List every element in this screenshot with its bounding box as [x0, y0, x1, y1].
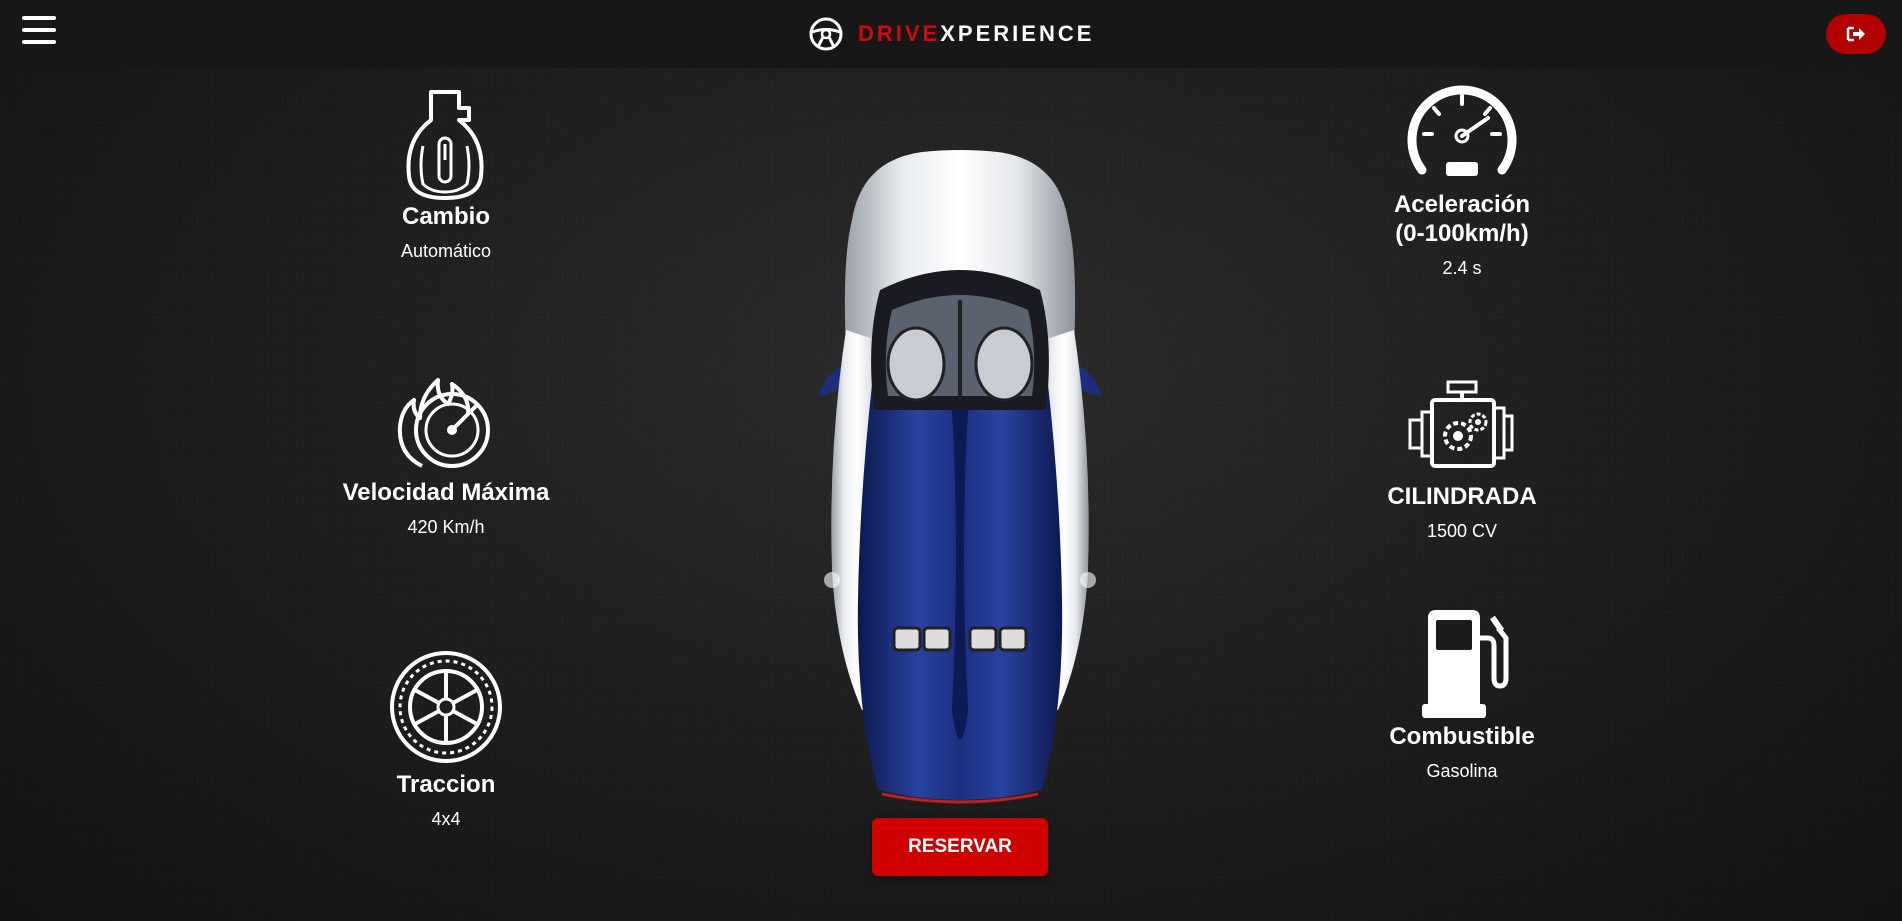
spec-combustible: Combustible Gasolina [1332, 608, 1592, 782]
spec-aceleracion-title-line2: (0-100km/h) [1395, 220, 1529, 247]
spec-cilindrada-value: 1500 CV [1426, 521, 1498, 541]
sign-out-icon [1846, 26, 1865, 42]
spec-combustible-title: Combustible [1389, 723, 1535, 750]
brand-name: DRIVEXPERIENCE [858, 21, 1094, 47]
brand-logo[interactable]: DRIVEXPERIENCE [808, 16, 1094, 52]
fuel-pump-icon [1422, 610, 1509, 718]
gear-shifter-icon [406, 90, 484, 200]
steering-wheel-icon [809, 17, 843, 51]
spec-velocidad-title: Velocidad Máxima [342, 479, 550, 506]
spec-aceleracion-value: 2.4 s [1442, 258, 1482, 278]
spec-cilindrada: CILINDRADA 1500 CV [1332, 378, 1592, 542]
car-top-view-image [818, 150, 1102, 804]
spec-traccion-value: 4x4 [431, 809, 461, 829]
hamburger-menu-icon[interactable] [22, 16, 56, 50]
brand-name-part1: DRIVE [858, 21, 941, 46]
brand-name-part2: XPERIENCE [940, 21, 1095, 46]
logout-button[interactable] [1826, 14, 1886, 54]
reserve-button[interactable]: RESERVAR [872, 818, 1048, 876]
flaming-speedometer-icon [397, 378, 490, 468]
spec-cambio-title: Cambio [401, 203, 490, 230]
speedometer-icon [1407, 85, 1517, 176]
spec-combustible-value: Gasolina [1426, 761, 1498, 781]
engine-icon [1408, 380, 1514, 468]
spec-velocidad-value: 420 Km/h [407, 517, 485, 537]
spec-aceleracion-title-line1: Aceleración [1393, 191, 1531, 218]
top-bar: DRIVEXPERIENCE [0, 0, 1902, 68]
spec-traccion: Traccion 4x4 [316, 650, 576, 830]
spec-cambio-value: Automático [400, 241, 492, 261]
spec-velocidad: Velocidad Máxima 420 Km/h [316, 374, 576, 538]
wheel-icon [390, 651, 502, 763]
spec-cilindrada-title: CILINDRADA [1387, 483, 1537, 510]
spec-cambio: Cambio Automático [316, 86, 576, 262]
spec-traccion-title: Traccion [396, 771, 496, 798]
spec-aceleracion: Aceleración (0-100km/h) 2.4 s [1332, 74, 1592, 279]
